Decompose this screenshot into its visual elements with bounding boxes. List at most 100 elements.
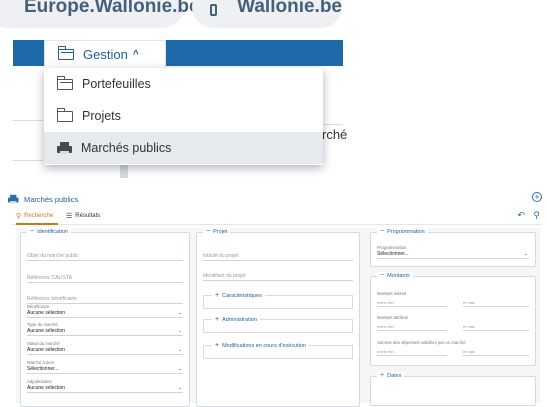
chevron-down-icon: ⌄ [523, 251, 528, 257]
tab-label: Résultats [75, 213, 101, 219]
montants-fieldset: − Montants Montant estimé entre min et m… [370, 272, 536, 366]
app-title: Marchés publics [8, 193, 78, 205]
divider [13, 120, 43, 121]
chevron-down-icon: ⌄ [177, 310, 182, 316]
marches-publics-app: Marchés publics + ⚲ Recherche ☰ Résultat… [0, 190, 547, 407]
intitule-input[interactable]: Intitulé du projet [203, 253, 353, 261]
select-value: Aucune sélection [27, 310, 66, 316]
search-icon: ⚲ [16, 213, 22, 220]
projet-legend: − Projet [203, 228, 231, 235]
wallonie-label: Wallonie.be [237, 0, 342, 17]
somme-max-input[interactable] [463, 355, 529, 356]
menu-item-projets[interactable]: Projets [44, 100, 323, 132]
window-icon [210, 4, 218, 16]
montant-estime-min-input[interactable] [377, 306, 447, 307]
search-form: − Identification Objet du marché public … [16, 228, 540, 407]
gestion-menu-button[interactable]: Gestion ^ [44, 40, 166, 68]
folders-icon [58, 46, 74, 60]
montant-estime-max-input[interactable] [463, 306, 529, 307]
marche-tiers-label: Marché à tiers [27, 360, 55, 365]
programmation-fieldset: − Programmation Programmation Sélectionn… [370, 228, 536, 267]
divider [13, 160, 43, 161]
printer-icon [8, 194, 19, 204]
montant-estime-label: Montant estimé [377, 291, 407, 296]
beneficiaire-select[interactable]: Aucune sélection ⌄ [27, 310, 183, 318]
select-value: Sélectionner... [377, 251, 409, 257]
chevron-down-icon: ⌄ [177, 328, 182, 334]
somme-min-input[interactable] [377, 355, 447, 356]
identification-fieldset: − Identification Objet du marché public … [20, 228, 190, 407]
calista-input[interactable]: Référence CALISTA [27, 275, 183, 283]
minus-icon: − [380, 228, 385, 235]
select-value: Aucune sélection [27, 385, 66, 391]
undo-icon[interactable]: ↶ [517, 210, 525, 220]
legend-label: Montants [387, 272, 410, 279]
app-title-text: Marchés publics [24, 194, 79, 204]
caracteristiques-section[interactable]: + Caractéristiques [203, 292, 353, 309]
printer-icon [57, 142, 72, 154]
identification-legend: − Identification [27, 228, 71, 235]
menu-item-portefeuilles[interactable]: Portefeuilles [44, 68, 323, 100]
chevron-down-icon: ⌄ [177, 347, 182, 353]
statut-select[interactable]: Aucune sélection ⌄ [27, 347, 183, 355]
select-value: Aucune sélection [27, 328, 66, 334]
plus-icon: + [380, 372, 385, 379]
programmation-label: Programmation [377, 245, 407, 250]
range-min-label: entre min [377, 349, 394, 354]
europe-wallonie-label: Europe.Wallonie.be [24, 0, 200, 17]
folder-icon [57, 107, 73, 122]
projet-fieldset: − Projet Intitulé du projet Identifiant … [196, 228, 360, 407]
search-icon[interactable]: ⚲ [533, 210, 540, 220]
ref-beneficiaire-input[interactable]: Référence bénéficiaire [27, 296, 183, 304]
montants-legend: − Montants [377, 272, 413, 279]
administration-section[interactable]: + Administration [203, 316, 353, 333]
menu-item-marches-publics[interactable]: Marchés publics [44, 132, 323, 164]
montant-attribue-min-input[interactable] [377, 330, 447, 331]
objet-input[interactable]: Objet du marché public [27, 253, 183, 261]
chevron-up-icon: ^ [132, 49, 139, 60]
europe-wallonie-link[interactable]: Europe.Wallonie.be [0, 0, 200, 28]
minus-icon: − [380, 272, 385, 279]
gestion-label: Gestion [83, 47, 128, 62]
folders-icon [57, 75, 73, 90]
legend-label: Projet [213, 228, 228, 235]
marche-tiers-select[interactable]: Sélectionner... ⌄ [27, 366, 183, 374]
wallonie-link[interactable]: Wallonie.be [192, 0, 342, 28]
range-min-label: entre min [377, 324, 394, 329]
dates-fieldset[interactable]: + Dates [370, 372, 536, 406]
add-circle-icon[interactable]: + [532, 192, 542, 202]
section-legend: + Modifications en cours d'exécution [212, 342, 309, 349]
legend-label: Dates [387, 372, 402, 379]
adjudicataire-label: Adjudicataire [27, 379, 52, 384]
toolbar: ↶ ⚲ [511, 210, 540, 221]
section-label: Caractéristiques [222, 292, 262, 299]
menu-item-label: Marchés publics [81, 141, 172, 155]
range-max-label: et max [463, 324, 476, 329]
menu-item-label: Projets [82, 109, 121, 123]
range-max-label: et max [463, 349, 476, 354]
list-icon: ☰ [66, 213, 73, 220]
background-text: rché [322, 127, 348, 142]
tab-resultats[interactable]: ☰ Résultats [66, 212, 100, 220]
beneficiaire-label: Bénéficiaire [27, 304, 50, 309]
programmation-select[interactable]: Sélectionner... ⌄ [377, 251, 529, 259]
programmation-legend: − Programmation [377, 228, 428, 235]
plus-icon: + [215, 316, 220, 323]
tab-recherche[interactable]: ⚲ Recherche [16, 212, 53, 220]
gestion-dropdown-menu: Portefeuilles Projets Marchés publics [44, 68, 323, 165]
modifications-section[interactable]: + Modifications en cours d'exécution [203, 342, 353, 359]
dates-legend: + Dates [377, 372, 405, 379]
montant-attribue-max-input[interactable] [463, 330, 529, 331]
type-label: Type du marché [27, 322, 58, 327]
adjudicataire-select[interactable]: Aucune sélection ⌄ [27, 385, 183, 393]
plus-icon: + [215, 292, 220, 299]
tab-label: Recherche [24, 213, 54, 219]
type-select[interactable]: Aucune sélection ⌄ [27, 328, 183, 336]
active-tab-indicator [16, 223, 58, 225]
identifiant-input[interactable]: Identifiant du projet [203, 273, 353, 281]
range-max-label: et max [463, 300, 476, 305]
divider [323, 124, 343, 125]
statut-label: Statut du marché [27, 341, 60, 346]
plus-icon: + [215, 342, 220, 349]
section-label: Administration [222, 316, 257, 323]
